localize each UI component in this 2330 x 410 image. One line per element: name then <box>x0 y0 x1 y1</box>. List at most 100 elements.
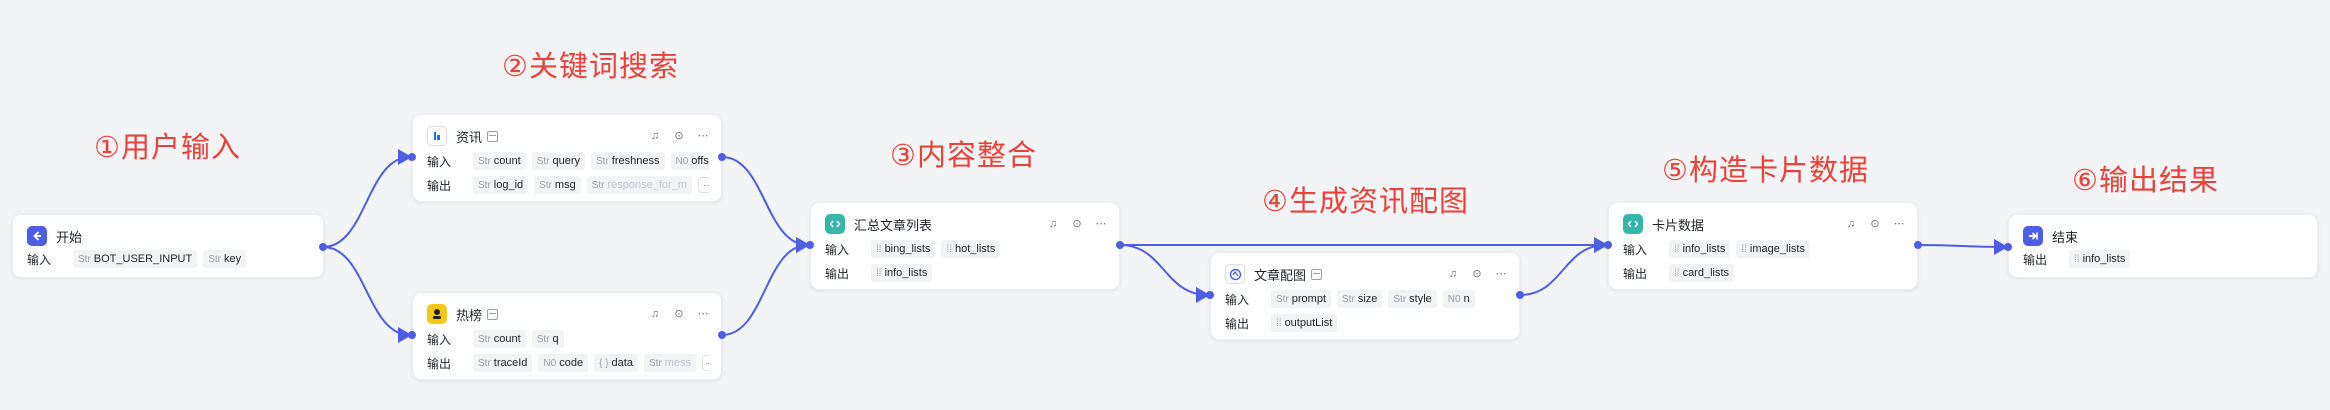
input-label: 输入 <box>27 252 52 267</box>
bell-icon[interactable]: ♫ <box>1047 218 1059 230</box>
param-chip: ⁞⁞ info_lists <box>2069 250 2131 268</box>
node-actions: ♫ ⊙ ⋯ <box>1845 218 1905 230</box>
workflow-edges <box>322 149 2008 343</box>
param-chip: { } data <box>594 354 638 372</box>
more-icon[interactable]: ⋯ <box>1893 218 1905 230</box>
collapse-icon[interactable] <box>487 308 499 320</box>
step-label-output-result: ⑥输出结果 <box>2072 163 2219 197</box>
output-port[interactable] <box>1516 291 1524 299</box>
workflow-canvas[interactable]: ①用户输入 ②关键词搜索 ③内容整合 ④生成资讯配图 ⑤构造卡片数据 ⑥输出结果… <box>0 0 2330 410</box>
output-label: 输出 <box>427 356 452 371</box>
end-icon <box>2023 226 2043 246</box>
step-label-keyword-search: ②关键词搜索 <box>502 49 679 83</box>
param-chip: Str size <box>1337 290 1383 308</box>
param-chip: Str response_for_m <box>586 176 692 194</box>
bell-icon[interactable]: ♫ <box>1447 268 1459 280</box>
node-actions: ♫ ⊙ ⋯ <box>649 130 709 142</box>
node-output-row: 输出 ⁞⁞ info_lists <box>2023 249 2305 269</box>
param-chip: Str style <box>1388 290 1437 308</box>
step-label-content-merge: ③内容整合 <box>890 138 1037 172</box>
node-card-code[interactable]: 卡片数据 ♫ ⊙ ⋯ 输入 ⁞⁞ info_lists ⁞⁞ image_lists… <box>1608 202 1918 290</box>
more-icon[interactable]: ⋯ <box>1495 268 1507 280</box>
input-label: 输入 <box>825 242 850 257</box>
bell-icon[interactable]: ♫ <box>649 130 661 142</box>
input-port[interactable] <box>408 153 416 161</box>
edge-news-to-merge[interactable] <box>721 156 810 253</box>
node-output-row: 输出 StrtraceId N0code { }data Strmess ··· <box>427 353 709 373</box>
more-outputs-button[interactable]: ··· <box>697 177 709 193</box>
node-actions: ♫ ⊙ ⋯ <box>1047 218 1107 230</box>
edge-hot-to-merge[interactable] <box>721 237 810 336</box>
edge-card-to-end[interactable] <box>1917 238 2008 255</box>
edge-start-to-hot[interactable] <box>322 246 412 343</box>
edge-start-to-news[interactable] <box>322 149 412 248</box>
output-port[interactable] <box>1914 241 1922 249</box>
input-label: 输入 <box>427 332 452 347</box>
collapse-icon[interactable] <box>1311 268 1323 280</box>
param-chip: Str BOT_USER_INPUT <box>73 250 198 268</box>
param-chip: Str msg <box>534 176 581 194</box>
output-port[interactable] <box>1116 241 1124 249</box>
run-icon[interactable]: ⊙ <box>1869 218 1881 230</box>
param-chip: ⁞⁞ outputList <box>1271 314 1338 332</box>
node-end[interactable]: 结束 输出 ⁞⁞ info_lists <box>2008 214 2318 278</box>
param-chip: Str log_id <box>473 176 529 194</box>
more-icon[interactable]: ⋯ <box>1095 218 1107 230</box>
more-outputs-button[interactable]: ··· <box>702 355 709 371</box>
node-header: 汇总文章列表 ♫ ⊙ ⋯ <box>825 213 1107 235</box>
node-title: 卡片数据 <box>1652 217 1705 233</box>
edge-merge-to-image[interactable] <box>1119 244 1210 303</box>
more-icon[interactable]: ⋯ <box>697 130 709 142</box>
more-icon[interactable]: ⋯ <box>697 308 709 320</box>
node-news-plugin[interactable]: 资讯 ♫ ⊙ ⋯ 输入 Str count Str query Str freshne… <box>412 114 722 202</box>
node-image-gen[interactable]: 文章配图 ♫ ⊙ ⋯ 输入 Str prompt Str size Str style… <box>1210 252 1520 340</box>
output-label: 输出 <box>1225 316 1250 331</box>
input-port[interactable] <box>1604 241 1612 249</box>
output-label: 输出 <box>2023 252 2048 267</box>
param-chip: N0offset <box>670 152 709 170</box>
node-header: 文章配图 ♫ ⊙ ⋯ <box>1225 263 1507 285</box>
node-input-row: 输入 Str count Str query Str freshness N0 offs… <box>427 151 709 171</box>
image-gen-icon <box>1225 264 1245 284</box>
collapse-icon[interactable] <box>487 130 499 142</box>
param-chip: Str freshness <box>591 152 665 170</box>
param-chip: Str count <box>473 152 526 170</box>
node-input-row: 输入 Str prompt Str size Str style N0 n <box>1225 289 1507 309</box>
step-label-image-gen: ④生成资讯配图 <box>1262 184 1469 218</box>
input-port[interactable] <box>408 331 416 339</box>
run-icon[interactable]: ⊙ <box>673 308 685 320</box>
param-chip: Str q <box>531 330 564 348</box>
output-port[interactable] <box>718 331 726 339</box>
node-actions: ♫ ⊙ ⋯ <box>649 308 709 320</box>
node-output-row: 输出 ⁞⁞ outputList <box>1225 313 1507 333</box>
bell-icon[interactable]: ♫ <box>1845 218 1857 230</box>
output-label: 输出 <box>825 266 850 281</box>
run-icon[interactable]: ⊙ <box>1071 218 1083 230</box>
node-output-row: 输出 ⁞⁞ card_lists <box>1623 263 1905 283</box>
input-port[interactable] <box>2004 243 2012 251</box>
node-start[interactable]: 开始 输入 Str BOT_USER_INPUT Str key <box>12 214 324 278</box>
code-icon <box>1623 214 1643 234</box>
node-title: 结束 <box>2052 229 2079 245</box>
node-hotlist-plugin[interactable]: 热榜 ♫ ⊙ ⋯ 输入 Str count Str q 输出 Str traceId … <box>412 292 722 380</box>
node-input-row: 输入 Str BOT_USER_INPUT Str key <box>27 249 311 269</box>
input-port[interactable] <box>1206 291 1214 299</box>
hotlist-plugin-icon <box>427 304 447 324</box>
node-title: 热榜 <box>456 307 483 323</box>
node-header: 资讯 ♫ ⊙ ⋯ <box>427 125 709 147</box>
run-icon[interactable]: ⊙ <box>1471 268 1483 280</box>
node-title: 开始 <box>56 229 83 245</box>
node-header: 卡片数据 ♫ ⊙ ⋯ <box>1623 213 1905 235</box>
node-merge-code[interactable]: 汇总文章列表 ♫ ⊙ ⋯ 输入 ⁞⁞ bing_lists ⁞⁞ hot_lists… <box>810 202 1120 290</box>
news-plugin-icon <box>427 126 447 146</box>
output-port[interactable] <box>319 243 327 251</box>
node-header: 结束 <box>2023 225 2305 247</box>
bell-icon[interactable]: ♫ <box>649 308 661 320</box>
param-chip: Str query <box>531 152 586 170</box>
output-port[interactable] <box>718 153 726 161</box>
input-port[interactable] <box>806 241 814 249</box>
output-label: 输出 <box>427 178 452 193</box>
node-title: 资讯 <box>456 129 483 145</box>
edge-image-to-card[interactable] <box>1519 237 1608 296</box>
run-icon[interactable]: ⊙ <box>673 130 685 142</box>
